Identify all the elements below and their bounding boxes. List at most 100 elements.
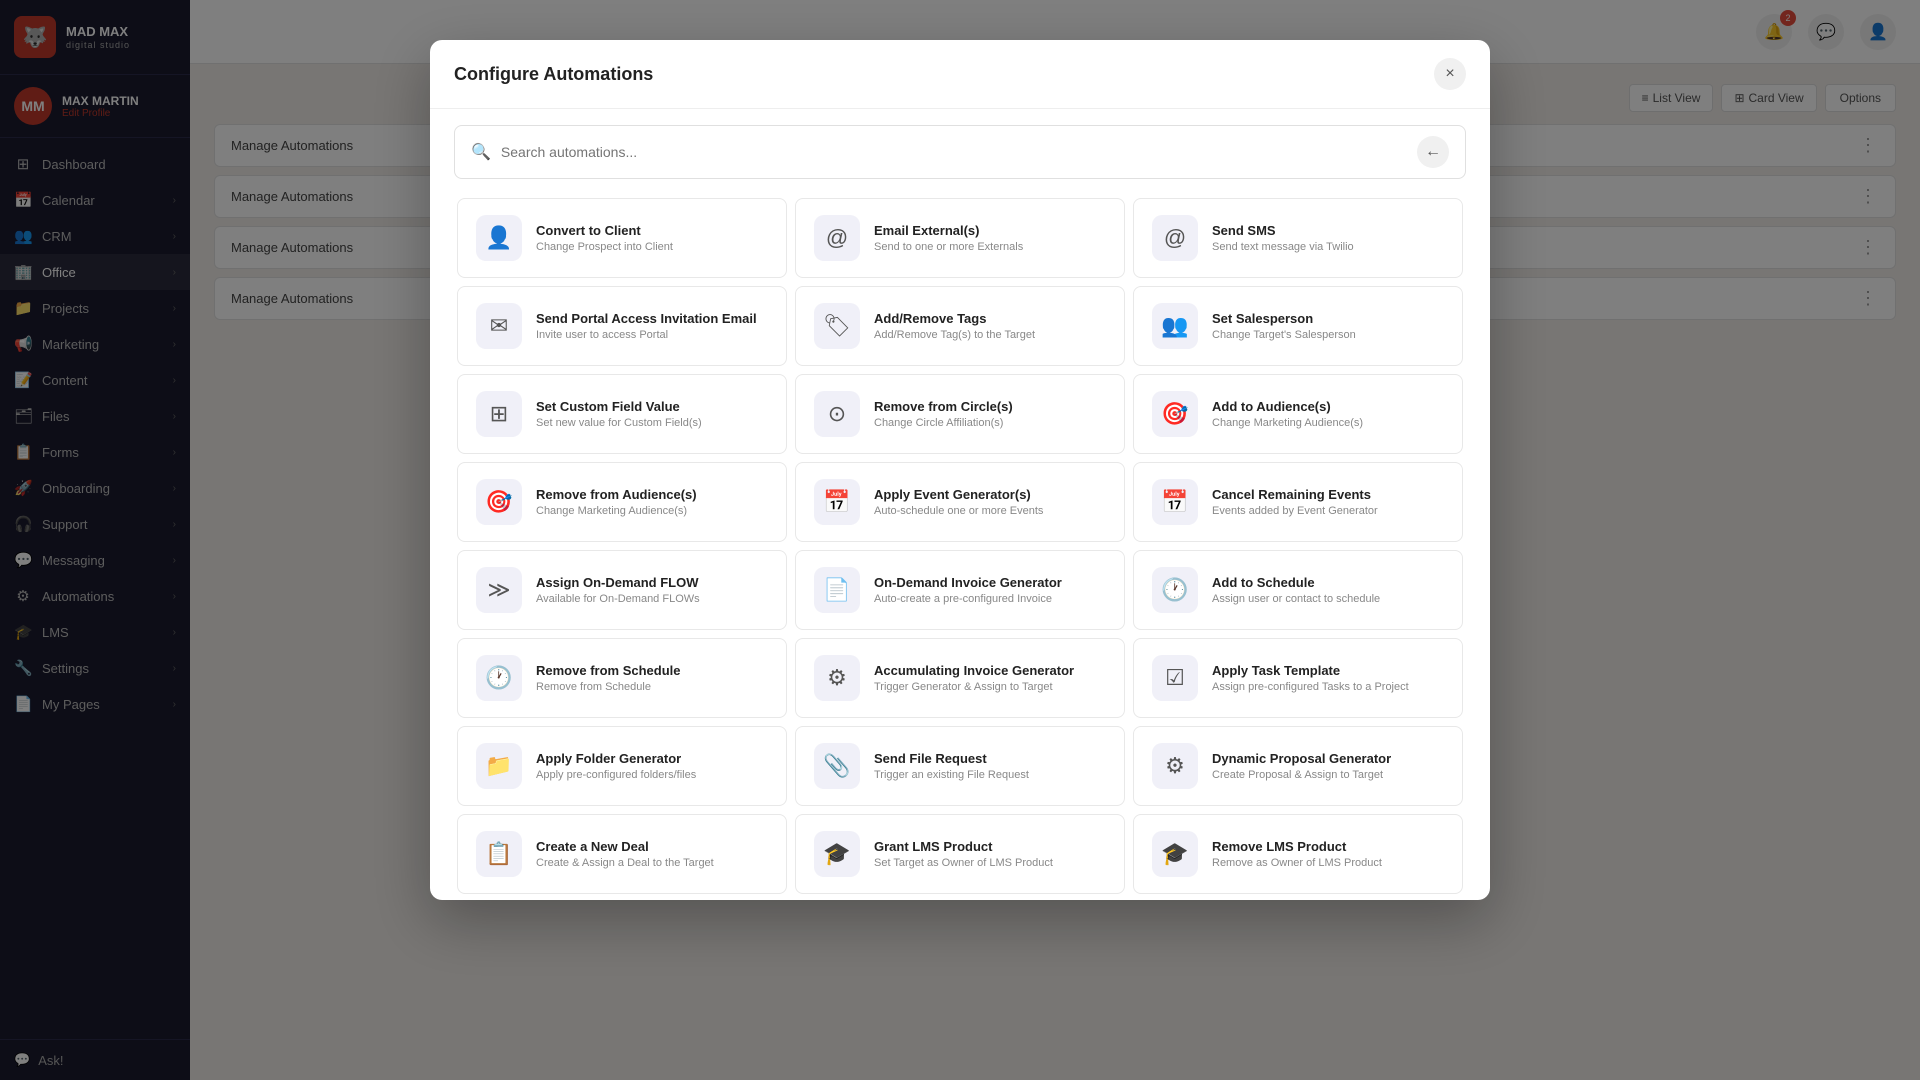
automation-card[interactable]: 📎Send File RequestTrigger an existing Fi… bbox=[795, 726, 1125, 806]
automation-card[interactable]: ⚙ Dynamic Proposal Generator Create Propos… bbox=[1133, 726, 1463, 806]
automation-icon: ⚙ bbox=[1152, 743, 1198, 789]
automation-icon: 📋 bbox=[476, 831, 522, 877]
automation-icon: ≫ bbox=[476, 567, 522, 613]
automation-desc: Change Marketing Audience(s) bbox=[1212, 417, 1444, 429]
automation-text: Remove from Schedule Remove from Schedule bbox=[536, 663, 768, 693]
automation-card[interactable]: ⊙ Remove from Circle(s) Change Circle Affi… bbox=[795, 374, 1125, 454]
automation-icon: 🕐 bbox=[1152, 567, 1198, 613]
automation-icon: 👤 bbox=[476, 215, 522, 261]
automation-text: Remove LMS Product Remove as Owner of LMS… bbox=[1212, 839, 1444, 869]
automation-icon: ⚙ bbox=[814, 655, 860, 701]
automation-name: On-Demand Invoice Generator bbox=[874, 575, 1106, 590]
automation-desc: Trigger Generator & Assign to Target bbox=[874, 681, 1106, 693]
automation-desc: Assign pre-configured Tasks to a Project bbox=[1212, 681, 1444, 693]
automation-desc: Change Marketing Audience(s) bbox=[536, 505, 768, 517]
automation-desc: Available for On-Demand FLOWs bbox=[536, 593, 768, 605]
automation-card[interactable]: 📋 Create a New DealCreate & Assign a Deal… bbox=[457, 814, 787, 894]
automation-text: Cancel Remaining EventsEvents added by E… bbox=[1212, 487, 1444, 517]
automation-name: Add/Remove Tags bbox=[874, 311, 1106, 326]
automation-card[interactable]: 📅 Cancel Remaining EventsEvents added by … bbox=[1133, 462, 1463, 542]
automation-icon: ☑ bbox=[1152, 655, 1198, 701]
automation-card[interactable]: 👥 Set Salesperson Change Target's Salesper… bbox=[1133, 286, 1463, 366]
automation-desc: Set new value for Custom Field(s) bbox=[536, 417, 768, 429]
automation-icon: 🎓 bbox=[1152, 831, 1198, 877]
automation-text: Apply Task Template Assign pre-configured… bbox=[1212, 663, 1444, 693]
automation-card[interactable]: 🎓 Remove LMS Product Remove as Owner of LM… bbox=[1133, 814, 1463, 894]
automation-text: Send SMS Send text message via Twilio bbox=[1212, 223, 1444, 253]
automation-desc: Remove as Owner of LMS Product bbox=[1212, 857, 1444, 869]
automation-icon: 📁 bbox=[476, 743, 522, 789]
automation-desc: Assign user or contact to schedule bbox=[1212, 593, 1444, 605]
automation-text: Remove from Circle(s) Change Circle Affil… bbox=[874, 399, 1106, 429]
automation-name: Remove from Circle(s) bbox=[874, 399, 1106, 414]
automation-icon: ⊞ bbox=[476, 391, 522, 437]
automation-desc: Remove from Schedule bbox=[536, 681, 768, 693]
automation-card[interactable]: 📅Apply Event Generator(s)Auto-schedule o… bbox=[795, 462, 1125, 542]
automation-card[interactable]: 🎓Grant LMS ProductSet Target as Owner of… bbox=[795, 814, 1125, 894]
automation-icon: 🏷 bbox=[814, 303, 860, 349]
automation-icon: ✉ bbox=[476, 303, 522, 349]
automation-icon: ⊙ bbox=[814, 391, 860, 437]
automation-name: Assign On-Demand FLOW bbox=[536, 575, 768, 590]
automation-card[interactable]: ☑ Apply Task Template Assign pre-configure… bbox=[1133, 638, 1463, 718]
automation-desc: Change Prospect into Client bbox=[536, 241, 768, 253]
automation-card[interactable]: ⊞ Set Custom Field Value Set new value for… bbox=[457, 374, 787, 454]
automation-desc: Send to one or more Externals bbox=[874, 241, 1106, 253]
automation-name: Apply Event Generator(s) bbox=[874, 487, 1106, 502]
automation-name: Dynamic Proposal Generator bbox=[1212, 751, 1444, 766]
automation-text: Email External(s) Send to one or more Ext… bbox=[874, 223, 1106, 253]
automation-card[interactable]: 🎯Add to Audience(s)Change Marketing Audi… bbox=[1133, 374, 1463, 454]
automation-card[interactable]: 👤 Convert to Client Change Prospect into C… bbox=[457, 198, 787, 278]
automation-desc: Auto-schedule one or more Events bbox=[874, 505, 1106, 517]
automation-name: Add to Schedule bbox=[1212, 575, 1444, 590]
automation-card[interactable]: ✉ Send Portal Access Invitation EmailInvi… bbox=[457, 286, 787, 366]
automation-desc: Create & Assign a Deal to the Target bbox=[536, 857, 768, 869]
automation-name: Set Salesperson bbox=[1212, 311, 1444, 326]
modal-overlay: Configure Automations × 🔍 ← 👤Convert to … bbox=[0, 0, 1920, 1080]
automation-card[interactable]: 🕐 Add to Schedule Assign user or contact t… bbox=[1133, 550, 1463, 630]
automation-desc: Create Proposal & Assign to Target bbox=[1212, 769, 1444, 781]
automation-card[interactable]: 🕐Remove from ScheduleRemove from Schedul… bbox=[457, 638, 787, 718]
automation-text: Apply Folder Generator Apply pre-configur… bbox=[536, 751, 768, 781]
automation-text: Create a New DealCreate & Assign a Deal … bbox=[536, 839, 768, 869]
automation-text: Set Custom Field Value Set new value for … bbox=[536, 399, 768, 429]
automation-card[interactable]: 📄On-Demand Invoice GeneratorAuto-create … bbox=[795, 550, 1125, 630]
automation-name: Remove from Schedule bbox=[536, 663, 768, 678]
automation-name: Apply Task Template bbox=[1212, 663, 1444, 678]
automation-desc: Change Target's Salesperson bbox=[1212, 329, 1444, 341]
automation-card[interactable]: 🏷Add/Remove TagsAdd/Remove Tag(s) to the… bbox=[795, 286, 1125, 366]
automation-desc: Apply pre-configured folders/files bbox=[536, 769, 768, 781]
automation-name: Send SMS bbox=[1212, 223, 1444, 238]
automation-name: Cancel Remaining Events bbox=[1212, 487, 1444, 502]
close-button[interactable]: × bbox=[1434, 58, 1466, 90]
automation-text: Send Portal Access Invitation EmailInvit… bbox=[536, 311, 768, 341]
automation-text: Grant LMS ProductSet Target as Owner of … bbox=[874, 839, 1106, 869]
automation-text: Apply Event Generator(s) Auto-schedule on… bbox=[874, 487, 1106, 517]
automation-name: Accumulating Invoice Generator bbox=[874, 663, 1106, 678]
automation-name: Apply Folder Generator bbox=[536, 751, 768, 766]
automation-card[interactable]: ⚙ Accumulating Invoice Generator Trigger G… bbox=[795, 638, 1125, 718]
automation-name: Remove LMS Product bbox=[1212, 839, 1444, 854]
automation-name: Send File Request bbox=[874, 751, 1106, 766]
automation-text: Accumulating Invoice Generator Trigger Ge… bbox=[874, 663, 1106, 693]
automation-name: Set Custom Field Value bbox=[536, 399, 768, 414]
automation-name: Add to Audience(s) bbox=[1212, 399, 1444, 414]
automation-desc: Set Target as Owner of LMS Product bbox=[874, 857, 1106, 869]
automation-desc: Change Circle Affiliation(s) bbox=[874, 417, 1106, 429]
search-input[interactable] bbox=[501, 144, 1407, 160]
automation-text: Add to Schedule Assign user or contact to… bbox=[1212, 575, 1444, 605]
automation-desc: Send text message via Twilio bbox=[1212, 241, 1444, 253]
automation-card[interactable]: 📁 Apply Folder Generator Apply pre-configu… bbox=[457, 726, 787, 806]
automation-desc: Invite user to access Portal bbox=[536, 329, 768, 341]
automation-grid: 👤 Convert to Client Change Prospect into C… bbox=[430, 195, 1490, 900]
automation-icon: 👥 bbox=[1152, 303, 1198, 349]
automation-icon: 📅 bbox=[1152, 479, 1198, 525]
automation-name: Email External(s) bbox=[874, 223, 1106, 238]
automation-card[interactable]: @Email External(s)Send to one or more Ex… bbox=[795, 198, 1125, 278]
automation-card[interactable]: ≫ Assign On-Demand FLOW Available for On-D… bbox=[457, 550, 787, 630]
automation-card[interactable]: 🎯Remove from Audience(s)Change Marketing… bbox=[457, 462, 787, 542]
automation-card[interactable]: @Send SMSSend text message via Twilio bbox=[1133, 198, 1463, 278]
modal-header: Configure Automations × bbox=[430, 40, 1490, 109]
automation-name: Convert to Client bbox=[536, 223, 768, 238]
back-button[interactable]: ← bbox=[1417, 136, 1449, 168]
